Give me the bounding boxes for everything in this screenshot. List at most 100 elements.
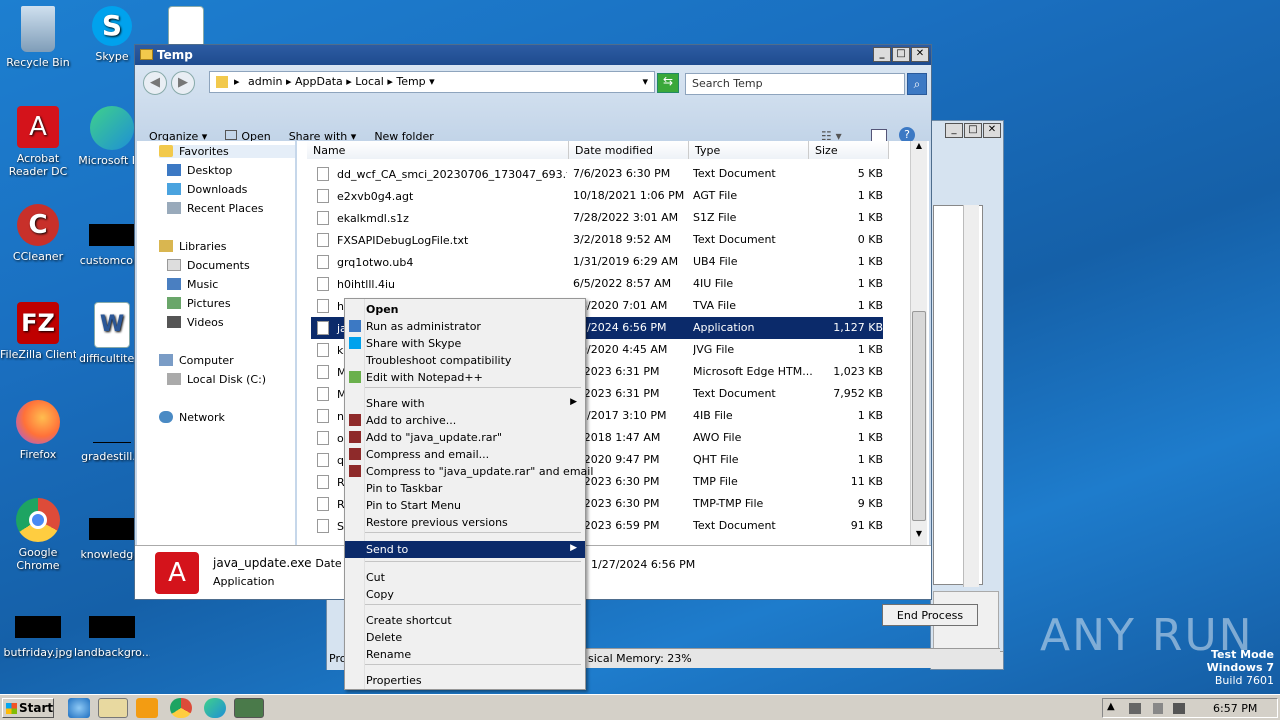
desktop-icon-chrome[interactable]: Google Chrome <box>0 498 76 572</box>
desktop-icon-filezilla[interactable]: FZ FileZilla Client <box>0 302 76 361</box>
scroll-up-icon[interactable]: ▲ <box>911 141 927 157</box>
search-input[interactable]: Search Temp <box>685 73 905 95</box>
breadcrumb-temp[interactable]: Temp <box>396 75 425 88</box>
desktop-icon-acrobat[interactable]: A Acrobat Reader DC <box>0 106 76 178</box>
search-icon[interactable]: ⌕ <box>907 73 927 95</box>
nav-music[interactable]: Music <box>167 278 218 291</box>
menu-item-rename[interactable]: Rename <box>345 646 585 663</box>
menu-item-add-to-archive[interactable]: Add to archive... <box>345 412 585 429</box>
minimize-button[interactable]: _ <box>945 123 963 138</box>
file-name: FXSAPIDebugLogFile.txt <box>317 233 567 247</box>
start-button[interactable]: Start <box>2 698 54 718</box>
breadcrumb-appdata[interactable]: AppData <box>295 75 343 88</box>
refresh-button[interactable]: ⇆ <box>657 73 679 93</box>
menu-item-share-with[interactable]: Share with ▶ <box>345 395 585 412</box>
tray-network-icon[interactable] <box>1129 703 1141 714</box>
file-icon <box>317 453 329 467</box>
nav-documents[interactable]: Documents <box>167 259 250 272</box>
minimize-button[interactable]: _ <box>873 47 891 62</box>
close-button[interactable]: ✕ <box>983 123 1001 138</box>
desktop-icon-recycle-bin[interactable]: Recycle Bin <box>0 6 76 69</box>
address-dropdown-icon[interactable]: ▾ <box>642 75 648 88</box>
task-manager-taskbar-icon[interactable] <box>234 698 264 718</box>
file-list-scrollbar[interactable]: ▲ ▼ <box>910 141 927 545</box>
menu-item-properties[interactable]: Properties <box>345 672 585 689</box>
file-type: JVG File <box>693 343 735 356</box>
file-date: 2/2018 1:47 AM <box>573 431 661 444</box>
menu-item-share-with-skype[interactable]: Share with Skype <box>345 335 585 352</box>
clock[interactable]: 6:57 PM <box>1213 702 1257 715</box>
file-row[interactable]: h0ihtlll.4iu 6/5/2022 8:57 AM 4IU File 1 KB <box>311 273 883 295</box>
maximize-button[interactable]: □ <box>892 47 910 62</box>
nav-pictures[interactable]: Pictures <box>167 297 231 310</box>
nav-network[interactable]: Network <box>159 411 225 424</box>
nav-libraries[interactable]: Libraries <box>159 240 227 253</box>
recycle-bin-icon <box>21 6 55 52</box>
column-header-name[interactable]: Name <box>307 141 569 159</box>
nav-recent-places[interactable]: Recent Places <box>167 202 264 215</box>
context-menu: Open Run as administrator Share with Skype… <box>344 298 593 690</box>
task-manager-scrollbar[interactable] <box>963 205 979 587</box>
column-header-size[interactable]: Size <box>809 141 889 159</box>
nav-downloads[interactable]: Downloads <box>167 183 247 196</box>
menu-item-cut[interactable]: Cut <box>345 569 585 586</box>
column-header-type[interactable]: Type <box>689 141 809 159</box>
nav-videos[interactable]: Videos <box>167 316 224 329</box>
menu-item-restore-previous-versions[interactable]: Restore previous versions <box>345 514 585 531</box>
menu-item-edit-with-notepad[interactable]: Edit with Notepad++ <box>345 369 585 386</box>
menu-item-compress-to-java-update-rar-and-email[interactable]: Compress to "java_update.rar" and email <box>345 463 593 480</box>
nav-computer[interactable]: Computer <box>159 354 234 367</box>
chrome-taskbar-icon[interactable] <box>170 698 192 718</box>
tray-volume-icon[interactable] <box>1173 703 1185 714</box>
column-header-date[interactable]: Date modified <box>569 141 689 159</box>
file-row[interactable]: ekalkmdl.s1z 7/28/2022 3:01 AM S1Z File 1 K… <box>311 207 883 229</box>
nav-favorites[interactable]: Favorites <box>159 145 295 158</box>
explorer-titlebar[interactable]: Temp _ □ ✕ <box>135 45 931 65</box>
desktop-icon-landbackground[interactable]: landbackgro... <box>74 596 150 659</box>
breadcrumb-admin[interactable]: admin <box>248 75 282 88</box>
file-icon <box>317 365 329 379</box>
file-row[interactable]: dd_wcf_CA_smci_20230706_173047_693.txt 7/… <box>311 163 883 185</box>
forward-button[interactable]: ▶ <box>171 71 195 95</box>
edge-taskbar-icon[interactable] <box>204 698 226 718</box>
menu-item-send-to[interactable]: Send to ▶ <box>345 541 585 558</box>
nav-desktop[interactable]: Desktop <box>167 164 232 177</box>
tray-action-center-icon[interactable] <box>1153 703 1163 714</box>
menu-item-troubleshoot-compatibility[interactable]: Troubleshoot compatibility <box>345 352 585 369</box>
notepad-plus-plus-icon <box>349 371 361 383</box>
menu-item-pin-to-start-menu[interactable]: Pin to Start Menu <box>345 497 585 514</box>
media-player-icon[interactable] <box>136 698 158 718</box>
breadcrumb-local[interactable]: Local <box>355 75 384 88</box>
file-row[interactable]: FXSAPIDebugLogFile.txt 3/2/2018 9:52 AM Te… <box>311 229 883 251</box>
scroll-down-icon[interactable]: ▼ <box>911 529 927 545</box>
explorer-taskbar-icon[interactable] <box>98 698 128 718</box>
redacted-file-icon <box>89 498 135 544</box>
menu-item-copy[interactable]: Copy <box>345 586 585 603</box>
menu-item-create-shortcut[interactable]: Create shortcut <box>345 612 585 629</box>
file-row[interactable]: e2xvb0g4.agt 10/18/2021 1:06 PM AGT File 1 … <box>311 185 883 207</box>
task-manager-window[interactable]: _ □ ✕ <box>930 120 1004 670</box>
desktop-icon-ccleaner[interactable]: C CCleaner <box>0 204 76 263</box>
menu-item-open[interactable]: Open <box>345 301 585 318</box>
menu-item-add-to-java-update-rar[interactable]: Add to "java_update.rar" <box>345 429 585 446</box>
maximize-button[interactable]: □ <box>964 123 982 138</box>
menu-item-delete[interactable]: Delete <box>345 629 585 646</box>
file-icon <box>317 189 329 203</box>
file-row[interactable]: grq1otwo.ub4 1/31/2019 6:29 AM UB4 File 1 K… <box>311 251 883 273</box>
menu-item-compress-and-email[interactable]: Compress and email... <box>345 446 585 463</box>
file-type: S1Z File <box>693 211 737 224</box>
file-icon <box>317 519 329 533</box>
desktop-icon-firefox[interactable]: Firefox <box>0 400 76 461</box>
winrar-icon <box>349 431 361 443</box>
menu-item-pin-to-taskbar[interactable]: Pin to Taskbar <box>345 480 585 497</box>
tray-expand-icon[interactable]: ▲ <box>1107 701 1115 712</box>
scroll-thumb[interactable] <box>912 311 926 521</box>
ie-icon[interactable] <box>68 698 90 718</box>
desktop-icon-butfriday[interactable]: butfriday.jpg <box>0 596 76 659</box>
back-button[interactable]: ◀ <box>143 71 167 95</box>
menu-item-run-as-administrator[interactable]: Run as administrator <box>345 318 585 335</box>
nav-local-disk[interactable]: Local Disk (C:) <box>167 373 266 386</box>
close-button[interactable]: ✕ <box>911 47 929 62</box>
end-process-button[interactable]: End Process <box>882 604 978 626</box>
address-bar[interactable]: ▸ admin ▸ AppData ▸ Local ▸ Temp ▾ ▾ <box>209 71 655 93</box>
